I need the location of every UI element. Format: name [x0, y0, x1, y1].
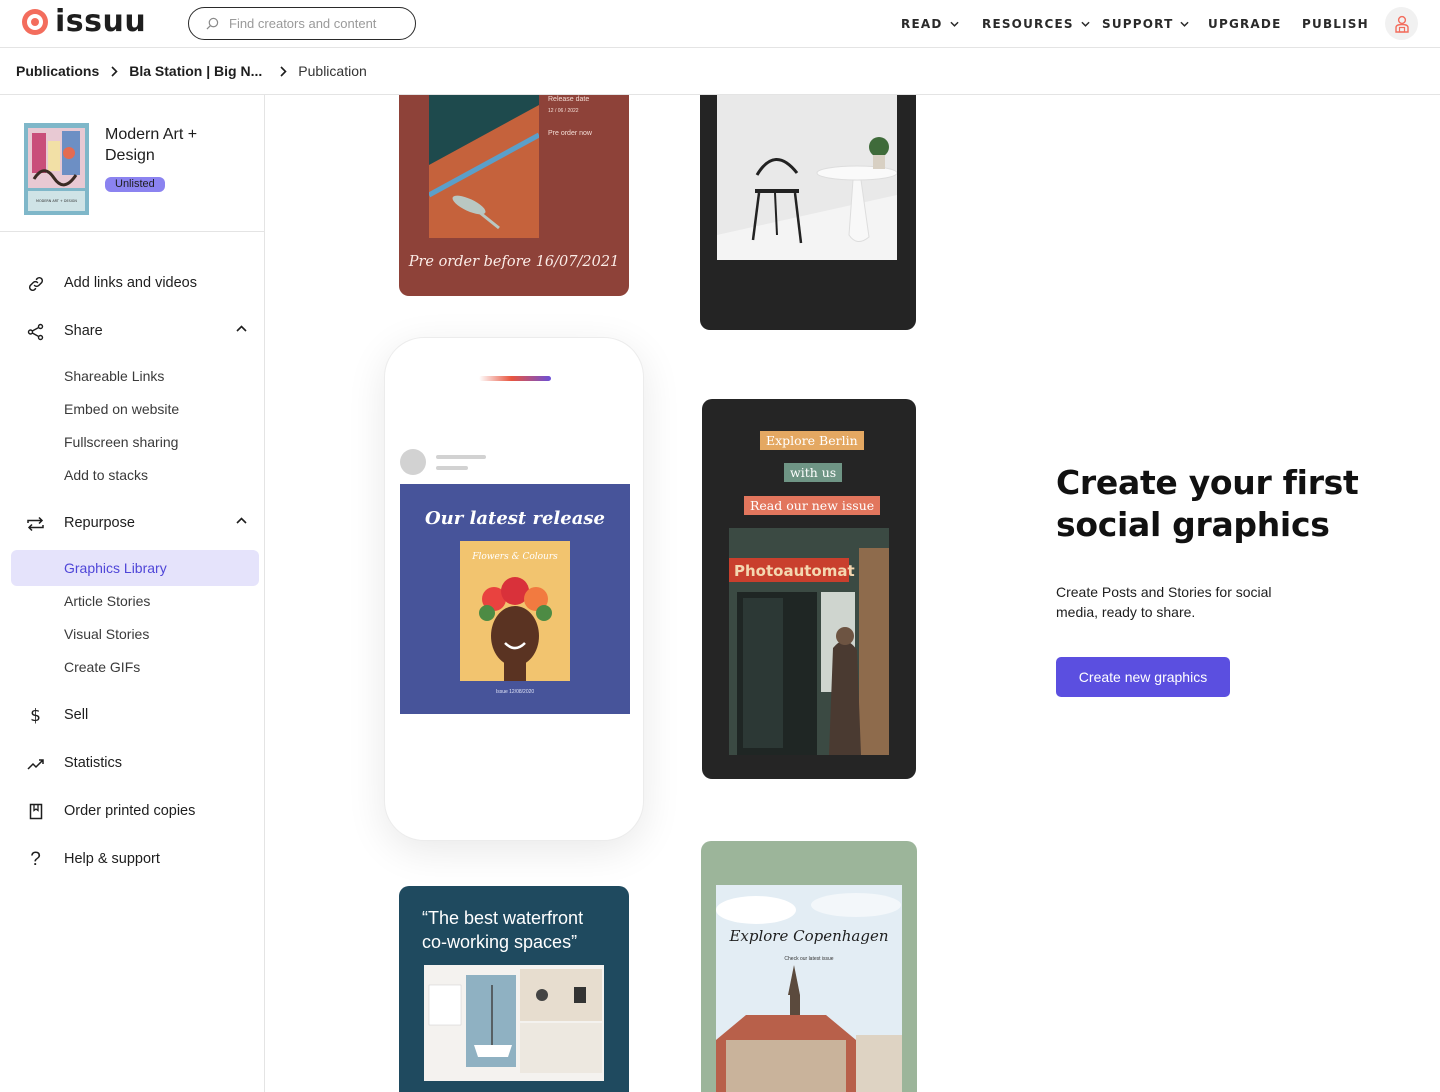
sidebar-sub-article-stories[interactable]: Article Stories	[64, 593, 150, 609]
nav-read-label: READ	[901, 17, 943, 31]
sidebar-item-order[interactable]: Order printed copies	[0, 793, 264, 829]
issuu-logo[interactable]: issuu	[22, 4, 147, 39]
trend-icon	[26, 754, 45, 773]
search-icon	[206, 17, 219, 30]
user-icon	[1394, 15, 1409, 33]
latest-release-cover-text: Flowers & Colours	[471, 552, 558, 562]
sidebar-item-add-links[interactable]: Add links and videos	[0, 265, 264, 301]
sidebar-sub-create-gifs[interactable]: Create GIFs	[64, 659, 140, 675]
sidebar-item-label: Statistics	[64, 755, 123, 771]
chevron-right-icon	[280, 65, 287, 77]
latest-release-issue: Issue 12/08/2020	[495, 689, 535, 695]
post-avatar	[400, 449, 426, 475]
sidebar-sub-fullscreen[interactable]: Fullscreen sharing	[64, 434, 178, 450]
sidebar-item-help[interactable]: ? Help & support	[0, 841, 264, 877]
post-line	[436, 466, 468, 470]
preorder-now: Pre order now	[548, 130, 592, 137]
nav-publish-label: PUBLISH	[1302, 17, 1369, 31]
question-icon: ?	[30, 848, 41, 870]
phone-mockup: Our latest release Flowers & Colours Iss…	[384, 337, 644, 841]
sidebar-item-statistics[interactable]: Statistics	[0, 745, 264, 781]
graphic-card-copenhagen[interactable]: Explore Copenhagen Check our latest issu…	[701, 841, 917, 1092]
post-line	[436, 455, 486, 459]
latest-release-title: Our latest release	[425, 508, 605, 529]
link-icon	[26, 274, 45, 293]
preorder-date: 12 / 06 / 2022	[548, 108, 579, 114]
graphic-card-latest-release[interactable]: Our latest release Flowers & Colours Iss…	[400, 484, 630, 714]
phone-notch-bar	[479, 376, 551, 381]
berlin-photo-sign: Photoautomat	[734, 562, 855, 580]
create-new-graphics-button[interactable]: Create new graphics	[1056, 657, 1230, 697]
sidebar-item-label: Repurpose	[64, 515, 135, 531]
user-avatar[interactable]	[1385, 7, 1418, 40]
share-icon	[26, 322, 45, 341]
top-header: issuu READ RESOURCES SUPPORT UPGRADE PUB…	[0, 0, 1440, 48]
graphics-library-main: Release date 12 / 06 / 2022 Pre order no…	[265, 95, 1440, 1092]
chevron-down-icon	[949, 21, 959, 27]
chevron-down-icon	[1081, 21, 1090, 27]
logo-mark-icon	[22, 9, 48, 35]
graphic-card-chair[interactable]	[700, 95, 916, 330]
search-box[interactable]	[188, 7, 416, 40]
chevron-up-icon[interactable]	[236, 517, 247, 524]
page-description: Create Posts and Stories for social medi…	[1056, 584, 1272, 620]
publication-cover[interactable]: MODERN ART + DESIGN	[24, 123, 89, 215]
page-heading: Create your first social graphics	[1056, 463, 1359, 544]
preorder-footer: Pre order before 16/07/2021	[408, 254, 620, 270]
sidebar-sub-shareable-links[interactable]: Shareable Links	[64, 368, 164, 384]
copenhagen-title: Explore Copenhagen	[729, 927, 889, 945]
breadcrumb: Publications Bla Station | Big N... Publ…	[0, 48, 1440, 95]
nav-support[interactable]: SUPPORT	[1102, 0, 1190, 48]
logo-text: issuu	[55, 4, 147, 39]
breadcrumb-publication: Publication	[298, 63, 367, 79]
book-icon	[26, 802, 45, 821]
berlin-line-3: Read our new issue	[744, 496, 881, 515]
sidebar: MODERN ART + DESIGN Modern Art + Design …	[0, 95, 265, 1092]
sidebar-item-label: Sell	[64, 707, 89, 723]
dollar-icon: $	[30, 705, 41, 726]
sidebar-item-label: Order printed copies	[64, 803, 196, 819]
sidebar-item-label: Share	[64, 323, 103, 339]
sidebar-sub-graphics-library[interactable]: Graphics Library	[11, 550, 259, 586]
sidebar-item-sell[interactable]: $ Sell	[0, 697, 264, 733]
repurpose-icon	[26, 514, 45, 533]
graphic-card-waterfront[interactable]: “The best waterfront co-working spaces”	[399, 886, 629, 1092]
nav-upgrade-label: UPGRADE	[1208, 17, 1282, 31]
sidebar-item-label: Help & support	[64, 851, 160, 867]
graphic-card-preorder[interactable]: Release date 12 / 06 / 2022 Pre order no…	[399, 95, 629, 296]
berlin-line-1: Explore Berlin	[760, 431, 864, 450]
waterfront-quote: “The best waterfront co-working spaces”	[422, 908, 584, 952]
copenhagen-subtitle: Check our latest issue	[784, 956, 834, 962]
search-input[interactable]	[229, 16, 399, 31]
chevron-right-icon	[111, 65, 118, 77]
nav-resources-label: RESOURCES	[982, 17, 1074, 31]
sidebar-divider	[0, 231, 264, 232]
chevron-down-icon	[1180, 21, 1190, 27]
cover-text: MODERN ART + DESIGN	[36, 199, 77, 203]
breadcrumb-publications[interactable]: Publications	[16, 63, 99, 79]
nav-read[interactable]: READ	[901, 0, 959, 48]
preorder-release-label: Release date	[548, 96, 590, 103]
sidebar-sub-visual-stories[interactable]: Visual Stories	[64, 626, 149, 642]
sidebar-item-share[interactable]: Share	[0, 313, 264, 349]
chevron-up-icon[interactable]	[236, 325, 247, 332]
breadcrumb-station[interactable]: Bla Station | Big N...	[129, 63, 262, 79]
graphic-card-berlin[interactable]: Explore Berlin with us Read our new issu…	[702, 399, 916, 779]
nav-support-label: SUPPORT	[1102, 17, 1174, 31]
sidebar-item-repurpose[interactable]: Repurpose	[0, 505, 264, 541]
sidebar-sub-embed[interactable]: Embed on website	[64, 401, 179, 417]
sidebar-item-label: Add links and videos	[64, 275, 197, 291]
nav-resources[interactable]: RESOURCES	[982, 0, 1090, 48]
nav-publish[interactable]: PUBLISH	[1302, 0, 1369, 48]
publication-title: Modern Art + Design	[105, 126, 198, 164]
nav-upgrade[interactable]: UPGRADE	[1208, 0, 1281, 48]
status-badge: Unlisted	[105, 177, 165, 192]
sidebar-sub-stacks[interactable]: Add to stacks	[64, 467, 148, 483]
berlin-line-2: with us	[784, 463, 843, 482]
